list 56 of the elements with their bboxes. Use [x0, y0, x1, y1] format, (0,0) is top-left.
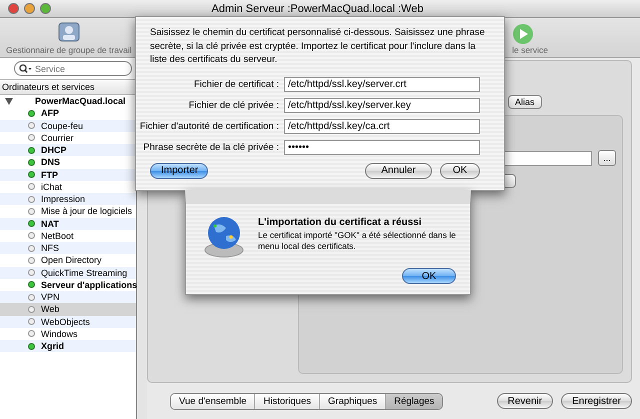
service-item[interactable]: FTP	[0, 168, 136, 181]
field-label: Fichier de certificat :	[193, 78, 279, 90]
sheet-message: Saisissez le chemin du certificat personnalisé ci-dessous. Saisissez une phrase secrète, si la clé privée est cryptée. Importez le certificat pour l'inclure dans la liste des certificats du serveur.	[150, 26, 486, 66]
toolbar-label: le service	[512, 45, 548, 55]
service-item[interactable]: Mise à jour de logiciels	[0, 205, 136, 218]
input-field[interactable]: /etc/httpd/ssl.key/server.key	[284, 98, 480, 112]
tab[interactable]: Réglages	[386, 394, 442, 408]
save-button[interactable]: Enregistrer	[561, 393, 632, 409]
browse-button[interactable]: ...	[598, 150, 616, 166]
revert-button[interactable]: Revenir	[496, 393, 554, 409]
service-item[interactable]: iChat	[0, 180, 136, 193]
field-label: Fichier de clé privée :	[188, 100, 279, 110]
service-item[interactable]: Open Directory	[0, 254, 136, 266]
search-field[interactable]: Service	[14, 61, 132, 76]
service-item[interactable]: NAT	[0, 218, 136, 230]
window-title: Admin Serveur :PowerMacQuad.local :Web	[210, 2, 424, 14]
input-field[interactable]: /etc/httpd/ssl.key/ca.crt	[284, 118, 480, 134]
zoom-button[interactable]	[40, 3, 51, 14]
tab[interactable]: Vue d'ensemble	[171, 394, 256, 408]
alert-message: Le certificat importé "GOK" a été sélectionné dans le menu local des certificats.	[258, 230, 456, 252]
service-item[interactable]: NFS	[0, 242, 136, 254]
alert-title: L'importation du certificat a réussi	[258, 217, 423, 228]
server-name[interactable]: PowerMacQuad.local	[35, 96, 126, 106]
service-item[interactable]: DNS	[0, 156, 136, 168]
ok-button[interactable]: OK	[402, 268, 456, 284]
tab[interactable]: Graphiques	[320, 394, 386, 408]
service-item[interactable]: Serveur d'applications	[0, 278, 136, 291]
field-label: Fichier d'autorité de certification :	[140, 120, 279, 132]
column-header: Ordinateurs et services	[0, 79, 136, 95]
globe-icon	[204, 214, 244, 258]
service-item[interactable]: Impression	[0, 193, 136, 206]
toolbar-label: Gestionnaire de groupe de travail	[6, 45, 132, 55]
ok-button[interactable]: OK	[440, 162, 480, 178]
input-field[interactable]: ••••••	[284, 140, 480, 154]
service-item[interactable]: AFP	[0, 107, 136, 120]
tab[interactable]: Historiques	[255, 394, 320, 408]
close-button[interactable]	[8, 3, 19, 14]
service-item[interactable]: Courrier	[0, 132, 136, 144]
import-button[interactable]: Importer	[150, 162, 208, 178]
service-item[interactable]: DHCP	[0, 144, 136, 156]
input-field[interactable]: /etc/httpd/ssl.key/server.crt	[284, 76, 480, 92]
field-label: Phrase secrète de la clé privée :	[142, 142, 279, 152]
service-item[interactable]: QuickTime Streaming	[0, 266, 136, 279]
service-item[interactable]: Windows	[0, 328, 136, 340]
service-item[interactable]: Web	[0, 303, 136, 316]
service-item[interactable]: WebObjects	[0, 316, 136, 328]
service-item[interactable]: VPN	[0, 291, 136, 304]
service-item[interactable]: Xgrid	[0, 340, 136, 352]
service-item[interactable]: NetBoot	[0, 230, 136, 242]
cancel-button[interactable]: Annuler	[365, 162, 432, 178]
play-icon[interactable]	[512, 23, 534, 45]
service-item[interactable]: Coupe-feu	[0, 120, 136, 132]
minimize-button[interactable]	[24, 3, 35, 14]
search-icon	[19, 64, 32, 73]
disclosure-triangle-icon[interactable]	[5, 98, 13, 105]
tab[interactable]: Alias	[508, 95, 542, 109]
